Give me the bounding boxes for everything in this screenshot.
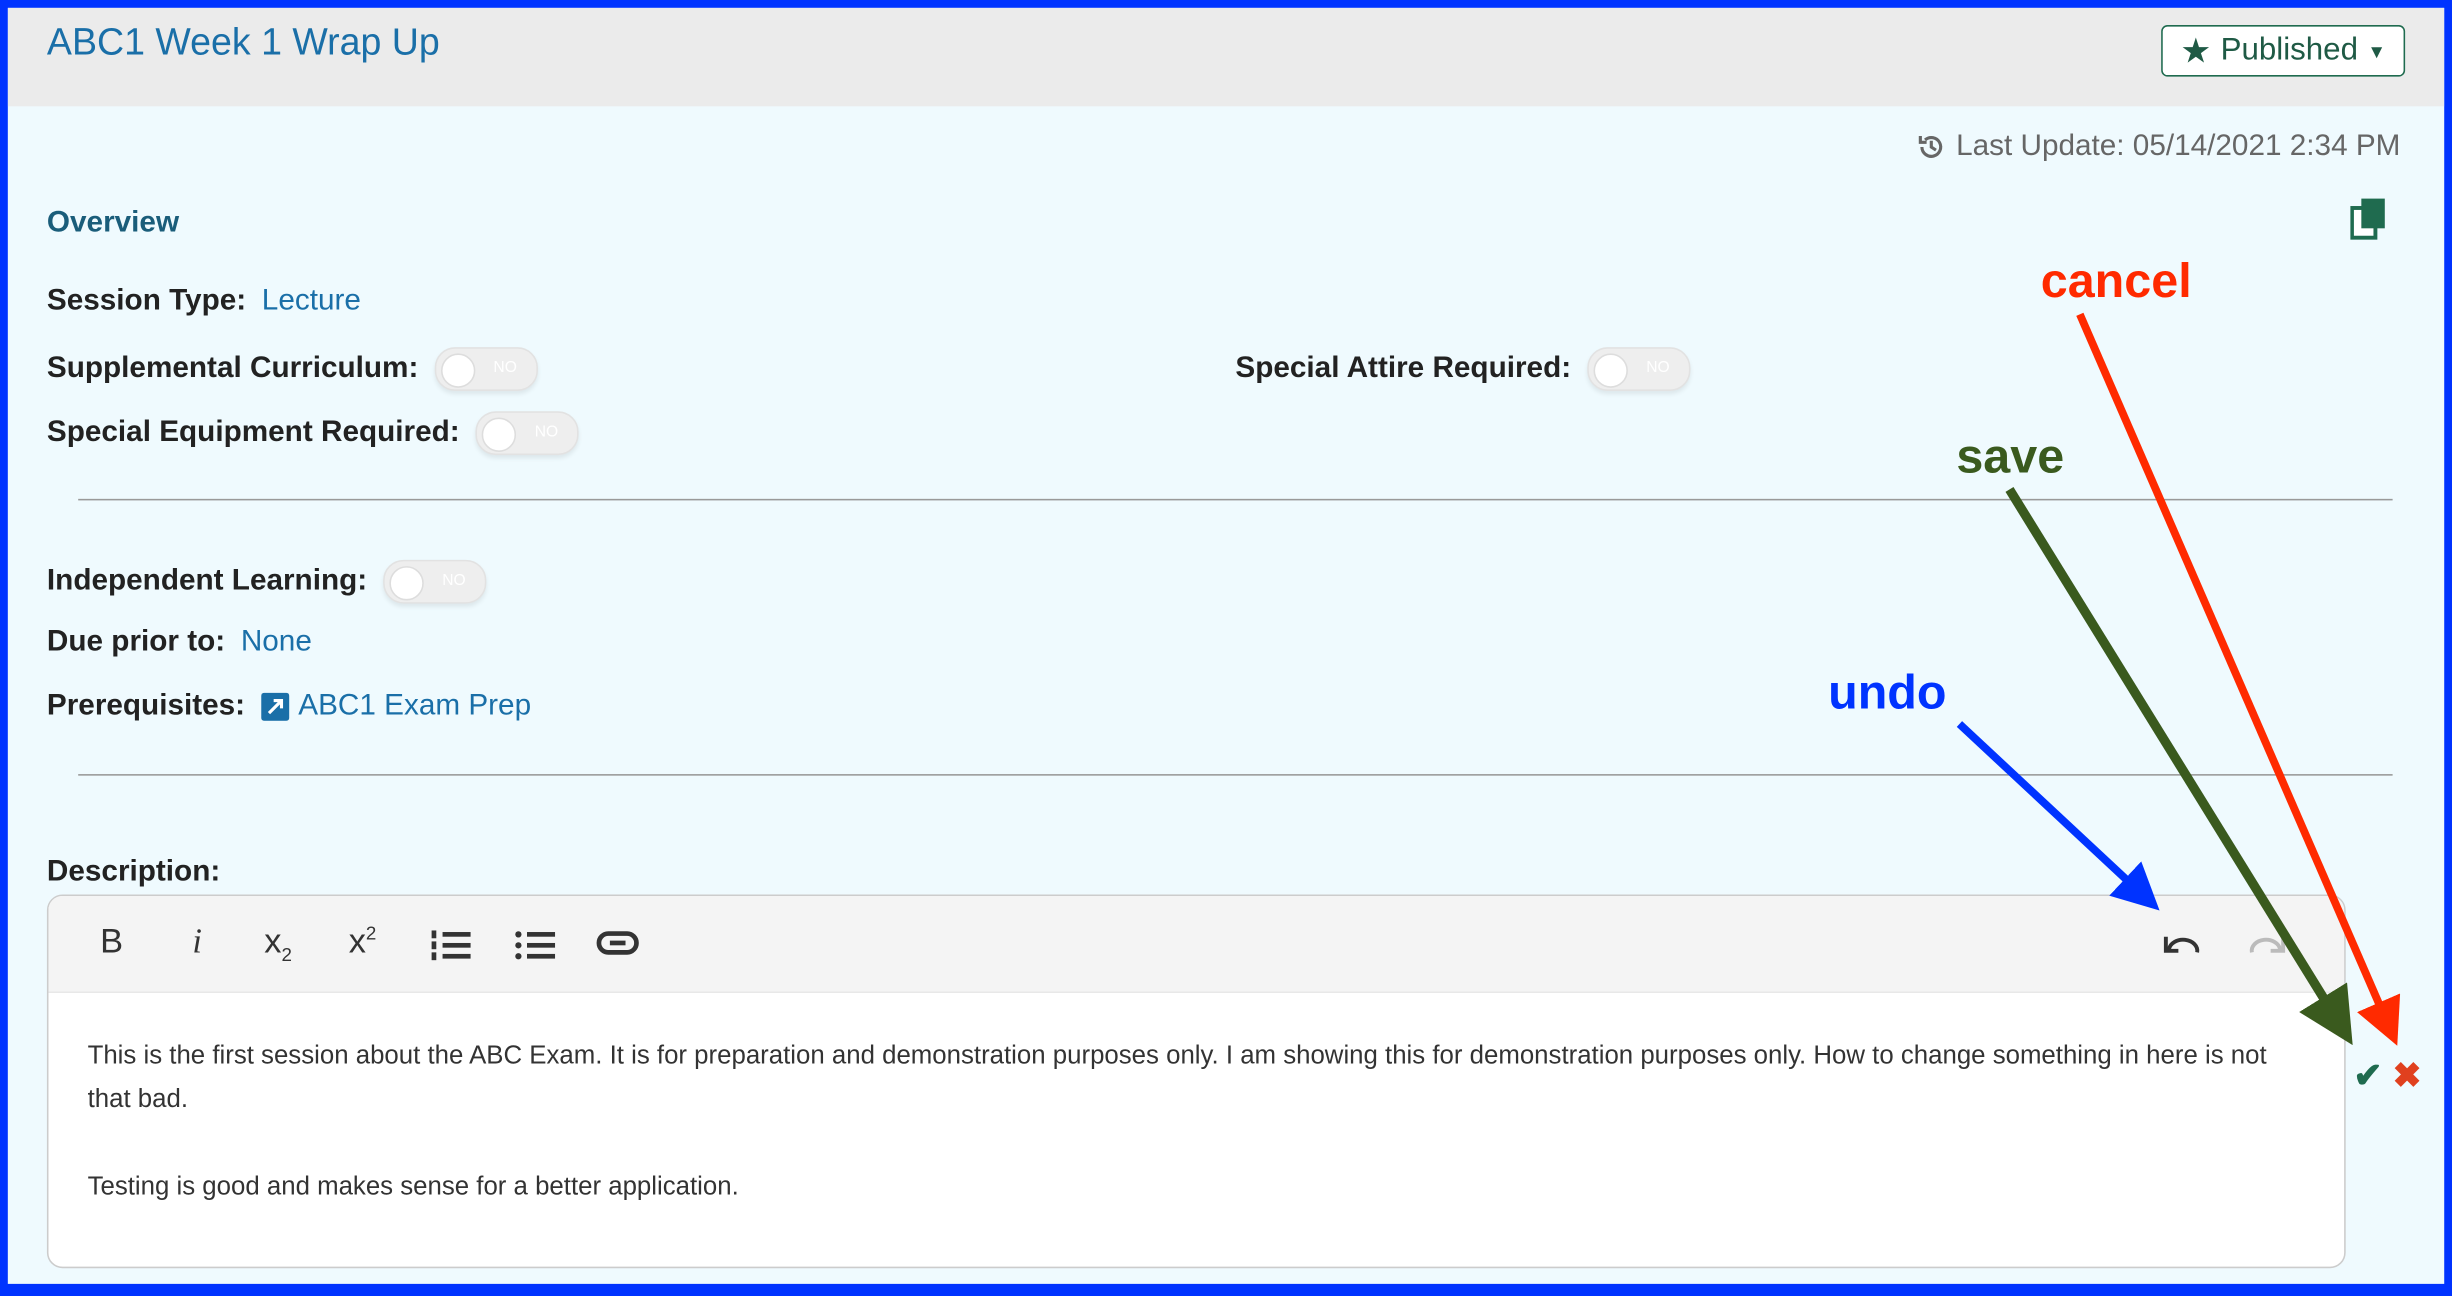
undo-arrow <box>1956 721 2160 911</box>
save-arrow <box>2005 487 2353 1046</box>
annotation-arrows <box>1956 312 2401 1046</box>
session-panel: ABC1 Week 1 Wrap Up ★ Published ▼ Last U… <box>7 7 2445 1284</box>
